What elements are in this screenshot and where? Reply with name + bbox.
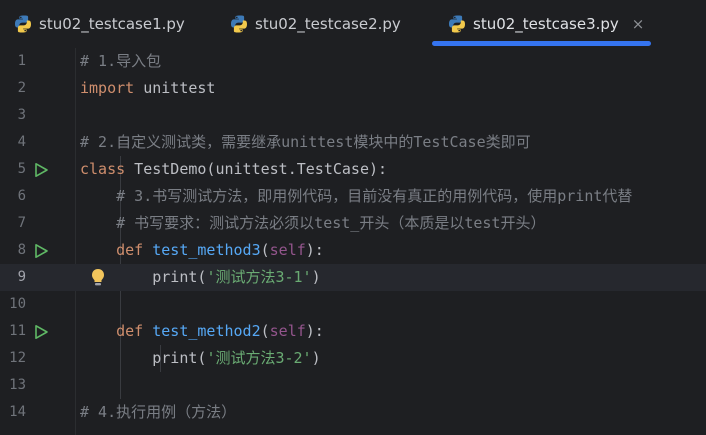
run-gutter-icon[interactable] [33,243,49,259]
tab-stu02-testcase1[interactable]: stu02_testcase1.py [13,0,185,48]
code-token: def [116,241,144,259]
code-text: # 2.自定义测试类，需要继承unittest模块中的TestCase类即可 [80,129,531,156]
code-text: def test_method2(self): [80,318,324,345]
code-token: ( [260,241,270,259]
code-token: test_method2 [152,322,261,340]
line-number: 10 [9,296,26,312]
code-token: import [80,79,135,97]
code-token: unittest [134,79,216,97]
code-line[interactable]: 6 # 3.书写测试方法，即用例代码，目前没有真正的用例代码，使用print代替 [0,183,706,210]
line-number: 8 [17,242,26,258]
line-number: 7 [17,215,26,231]
code-line[interactable]: 14 # 4.执行用例（方法） [0,399,706,426]
code-line[interactable]: 11 def test_method2(self): [0,318,706,345]
code-text: class TestDemo(unittest.TestCase): [80,156,387,183]
code-line[interactable]: 13 [0,372,706,399]
python-file-icon [449,15,465,33]
code-token: # 4.执行用例（方法） [80,403,237,421]
code-token: test_method3 [152,241,261,259]
line-number: 9 [17,269,26,285]
code-token: ): [305,241,324,259]
python-file-icon [231,15,247,33]
code-line[interactable]: 5 class TestDemo(unittest.TestCase): [0,156,706,183]
code-line[interactable]: 3 [0,102,706,129]
code-editor[interactable]: 1 # 1.导入包 2 import unittest 3 4 # 2.自定义测试类，需要继… [0,48,706,435]
line-number: 2 [17,80,26,96]
code-token: class [80,160,126,178]
code-token: '测试方法3-2' [206,349,312,367]
line-number: 5 [17,161,26,177]
code-token: ): [305,322,324,340]
code-token: # 3.书写测试方法，即用例代码，目前没有真正的用例代码，使用print代替 [80,187,633,205]
code-line[interactable]: 8 def test_method3(self): [0,237,706,264]
line-number: 13 [9,377,26,393]
code-token: ( [260,322,270,340]
close-icon[interactable]: × [632,15,645,33]
code-line[interactable]: 12 print('测试方法3-2') [0,345,706,372]
code-token: '测试方法3-1' [206,268,312,286]
code-token: # 1.导入包 [80,52,162,70]
code-token: print( [80,349,207,367]
tab-label: stu02_testcase3.py [473,15,619,33]
code-token: self [269,322,306,340]
code-token: TestDemo(unittest.TestCase): [125,160,388,178]
run-gutter-icon[interactable] [33,324,49,340]
line-number: 6 [17,188,26,204]
line-number: 11 [9,323,26,339]
tab-label: stu02_testcase2.py [255,15,401,33]
python-file-icon [15,15,31,33]
line-number: 14 [9,404,26,420]
code-line[interactable]: 10 [0,291,706,318]
code-text: # 3.书写测试方法，即用例代码，目前没有真正的用例代码，使用print代替 [80,183,632,210]
code-text: print('测试方法3-1') [80,264,321,291]
code-text: # 书写要求：测试方法必须以test_开头（本质是以test开头） [80,210,545,237]
code-line[interactable]: 1 # 1.导入包 [0,48,706,75]
code-line[interactable]: 4 # 2.自定义测试类，需要继承unittest模块中的TestCase类即可 [0,129,706,156]
line-number: 3 [17,107,26,123]
code-line[interactable]: 2 import unittest [0,75,706,102]
editor-tab-bar: stu02_testcase1.py stu02_testcase2.py st… [0,0,706,48]
code-token: def [116,322,144,340]
code-text: print('测试方法3-2') [80,345,321,372]
line-number: 12 [9,350,26,366]
code-token: print( [80,268,207,286]
code-text: import unittest [80,75,215,102]
code-token: # 2.自定义测试类，需要继承unittest模块中的TestCase类即可 [80,133,531,151]
tab-stu02-testcase2[interactable]: stu02_testcase2.py [229,0,401,48]
code-token: ) [311,349,321,367]
active-tab-indicator [432,41,651,46]
code-text: # 4.执行用例（方法） [80,399,236,426]
line-number: 1 [17,53,26,69]
code-token: # 书写要求：测试方法必须以test_开头（本质是以test开头） [80,214,546,232]
line-number: 4 [17,134,26,150]
tab-label: stu02_testcase1.py [39,15,185,33]
run-gutter-icon[interactable] [33,162,49,178]
code-line[interactable]: 9 print('测试方法3-1') [0,264,706,291]
code-token: ) [311,268,321,286]
code-text: # 1.导入包 [80,48,161,75]
code-line[interactable]: 7 # 书写要求：测试方法必须以test_开头（本质是以test开头） [0,210,706,237]
code-token: self [269,241,306,259]
code-text: def test_method3(self): [80,237,324,264]
